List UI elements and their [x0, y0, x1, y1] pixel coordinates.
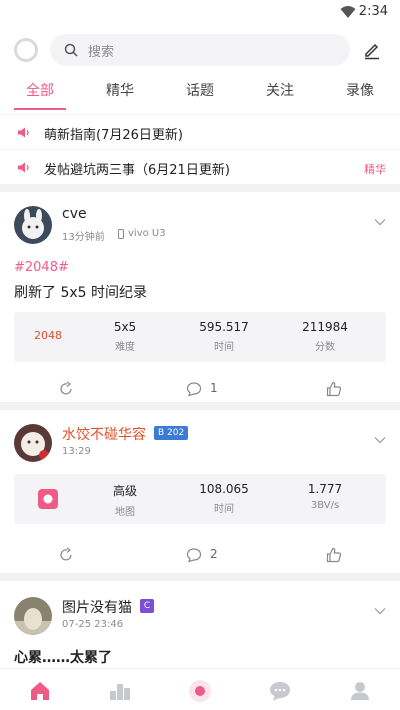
home-icon[interactable]: [28, 679, 52, 703]
compose-icon[interactable]: [362, 40, 382, 60]
username[interactable]: cve: [62, 206, 87, 222]
tab-all[interactable]: 全部: [0, 80, 80, 110]
level-badge: B 202: [154, 426, 189, 440]
stat-map: 高级 地图: [80, 482, 170, 518]
comment-icon[interactable]: [186, 380, 202, 398]
bottom-nav: [0, 668, 400, 710]
notice-item[interactable]: 发帖避坑两三事（6月21日更新) 精华: [0, 149, 400, 184]
chevron-down-icon[interactable]: [374, 436, 386, 444]
stat-time: 595.517 时间: [179, 320, 269, 353]
tab-label: 录像: [346, 83, 374, 99]
search-input[interactable]: 搜索: [50, 34, 350, 66]
status-time: 2:34: [358, 4, 388, 19]
share-icon[interactable]: [58, 546, 74, 564]
stat-value: 595.517: [199, 320, 249, 334]
post-card[interactable]: 水饺不碰华容 B 202 13:29 高级 地图 108.065 时间 1.77…: [0, 410, 400, 573]
post-content: 心累……太累了: [14, 650, 112, 666]
notice-item[interactable]: 萌新指南(7月26日更新): [0, 114, 400, 149]
chevron-down-icon[interactable]: [374, 218, 386, 226]
stat-label: 时间: [214, 504, 234, 515]
stat-3bvs: 1.777 3BV/s: [280, 482, 370, 511]
minesweeper-icon: [38, 489, 58, 509]
featured-tag: 精华: [364, 163, 386, 176]
comment-count: 1: [210, 381, 218, 395]
stat-value: 高级: [112, 484, 137, 498]
avatar[interactable]: [14, 206, 52, 244]
speaker-icon: [18, 162, 29, 173]
post-time: 07-25 23:46: [62, 619, 124, 630]
post-hashtag[interactable]: #2048#: [14, 260, 69, 275]
comment-icon[interactable]: [186, 546, 202, 564]
game-stats[interactable]: 2048 5x5 难度 595.517 时间 211984 分数: [14, 312, 386, 362]
my-avatar[interactable]: [14, 38, 38, 62]
post-device: vivo U3: [128, 228, 166, 239]
search-placeholder: 搜索: [88, 45, 115, 60]
tab-underline: [14, 108, 66, 110]
post-card[interactable]: 图片没有猫 C 07-25 23:46 心累……太累了: [0, 581, 400, 671]
stat-label: 地图: [115, 507, 135, 518]
chevron-down-icon[interactable]: [374, 607, 386, 615]
stat-label: 难度: [115, 342, 135, 353]
game-2048-label: 2048: [34, 329, 62, 342]
stat-score: 211984 分数: [280, 320, 370, 353]
game-stats[interactable]: 高级 地图 108.065 时间 1.777 3BV/s: [14, 474, 386, 524]
stat-value: 1.777: [307, 482, 343, 496]
stat-value: 5x5: [113, 320, 137, 334]
level-badge: C: [140, 599, 154, 613]
avatar[interactable]: [14, 597, 52, 635]
post-actions: 2: [0, 546, 400, 566]
tab-replays[interactable]: 录像: [320, 80, 400, 110]
tab-label: 精华: [106, 83, 134, 99]
post-card[interactable]: cve 13分钟前 vivo U3 #2048# 刷新了 5x5 时间纪录 20…: [0, 192, 400, 402]
tab-bar: 全部 精华 话题 关注 录像: [0, 74, 400, 114]
tab-label: 关注: [266, 83, 294, 99]
top-bar: 搜索: [0, 24, 400, 74]
tab-label: 全部: [26, 83, 54, 99]
messages-icon[interactable]: [268, 679, 292, 703]
status-bar: 2:34: [0, 0, 400, 24]
like-icon[interactable]: [326, 380, 342, 398]
notice-text: 萌新指南(7月26日更新): [44, 128, 183, 143]
tab-following[interactable]: 关注: [240, 80, 320, 110]
stat-value: 211984: [302, 320, 348, 334]
phone-icon: [118, 229, 124, 239]
stat-label: 分数: [315, 342, 335, 353]
post-content: 刷新了 5x5 时间纪录: [14, 285, 147, 301]
like-icon[interactable]: [326, 546, 342, 564]
username[interactable]: 图片没有猫: [62, 597, 132, 617]
stat-label: 3BV/s: [310, 500, 340, 511]
stat-value: 108.065: [199, 482, 249, 496]
speaker-icon: [18, 127, 29, 138]
post-actions: 1: [0, 380, 400, 400]
ranking-icon[interactable]: [108, 679, 132, 703]
tab-featured[interactable]: 精华: [80, 80, 160, 110]
stat-time: 108.065 时间: [179, 482, 269, 515]
user-avatar-image: [14, 608, 52, 635]
post-time: 13:29: [62, 446, 91, 457]
search-icon: [64, 43, 78, 57]
share-icon[interactable]: [58, 380, 74, 398]
tab-topics[interactable]: 话题: [160, 80, 240, 110]
notice-list: 萌新指南(7月26日更新) 发帖避坑两三事（6月21日更新) 精华: [0, 114, 400, 184]
post-time: 13分钟前: [62, 232, 105, 243]
username[interactable]: 水饺不碰华容: [62, 424, 146, 444]
comment-count: 2: [210, 547, 218, 561]
user-avatar-image: [22, 209, 44, 239]
avatar[interactable]: [14, 424, 52, 462]
tab-label: 话题: [186, 83, 214, 99]
profile-icon[interactable]: [348, 679, 372, 703]
notice-text: 发帖避坑两三事（6月21日更新): [44, 163, 230, 178]
user-avatar-image: [21, 432, 49, 460]
stat-label: 时间: [214, 342, 234, 353]
play-center-icon[interactable]: [188, 679, 212, 703]
wifi-icon: [340, 6, 356, 18]
stat-difficulty: 5x5 难度: [80, 320, 170, 353]
